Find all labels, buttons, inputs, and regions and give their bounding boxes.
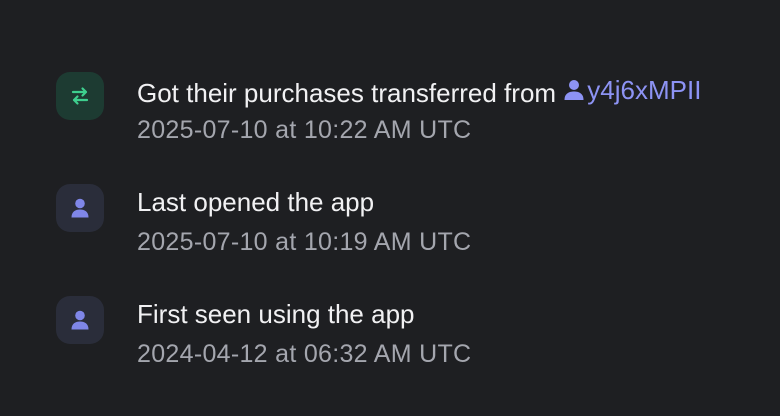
- event-timestamp: 2025-07-10 at 10:19 AM UTC: [137, 228, 472, 256]
- user-icon: [564, 80, 584, 100]
- timeline-event: Got their purchases transferred from y4j…: [56, 70, 780, 150]
- event-title: Last opened the app: [137, 187, 375, 217]
- timeline-event: Last opened the app 2025-07-10 at 10:19 …: [56, 182, 780, 262]
- transferred-from-user-link[interactable]: y4j6xMPII: [563, 74, 701, 106]
- event-title: First seen using the app: [137, 299, 415, 329]
- event-timestamp: 2024-04-12 at 06:32 AM UTC: [137, 340, 472, 368]
- event-title: Got their purchases transferred from y4j…: [137, 74, 701, 109]
- user-icon: [71, 198, 89, 218]
- transfer-badge: [56, 72, 104, 120]
- event-title-text: Got their purchases transferred from: [137, 78, 564, 108]
- linked-user-id[interactable]: y4j6xMPII: [587, 74, 701, 106]
- transfer-icon: [71, 87, 89, 105]
- timeline-event: First seen using the app 2024-04-12 at 0…: [56, 294, 780, 374]
- user-badge: [56, 296, 104, 344]
- user-icon: [71, 310, 89, 330]
- activity-timeline: Got their purchases transferred from y4j…: [0, 0, 780, 416]
- event-timestamp: 2025-07-10 at 10:22 AM UTC: [137, 116, 472, 144]
- user-badge: [56, 184, 104, 232]
